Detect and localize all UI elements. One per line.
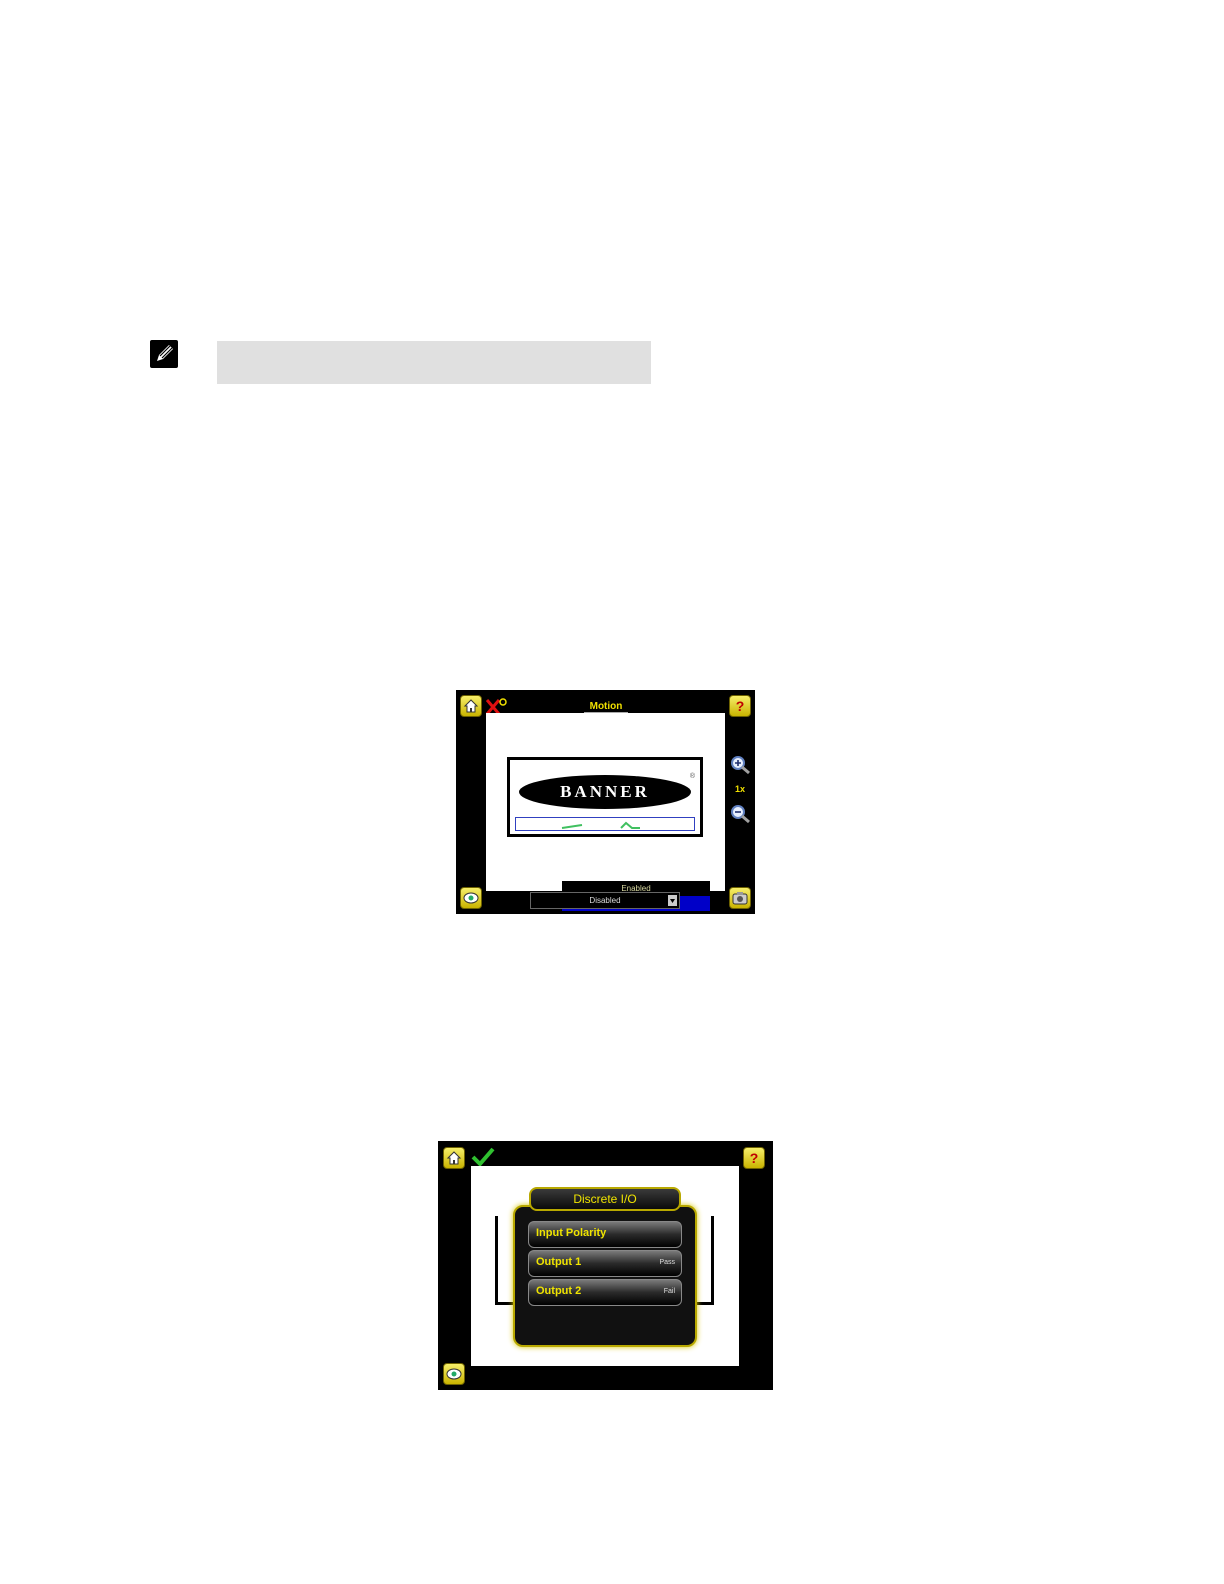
discrete-io-menu: Input Polarity Output 1 Pass Output 2 Fa… [513,1205,697,1347]
motion-dropdown[interactable]: Disabled [530,892,680,909]
motion-screen: Motion ? BANNER ® Enabled Disabled 1x [456,690,755,914]
inspected-part: BANNER ® [507,757,703,837]
menu-title: Discrete I/O [529,1187,681,1211]
zoom-level: 1x [735,784,746,794]
help-icon[interactable]: ? [729,695,751,717]
svg-text:?: ? [750,1150,759,1166]
svg-text:?: ? [736,698,745,714]
zoom-out-icon[interactable] [729,803,753,830]
roi-box[interactable] [515,817,695,831]
banner-logo: BANNER [519,775,691,809]
menu-item-output-1[interactable]: Output 1 Pass [528,1250,682,1277]
home-icon[interactable] [460,695,482,717]
home-icon[interactable] [443,1147,465,1169]
menu-item-output-2[interactable]: Output 2 Fail [528,1279,682,1306]
help-icon[interactable]: ? [743,1147,765,1169]
camera-icon[interactable] [729,887,751,909]
zoom-in-icon[interactable] [729,754,753,781]
screen-title: Motion [584,701,628,713]
display-mode-icon[interactable] [443,1363,465,1385]
chevron-down-icon [668,895,677,906]
note-box [217,341,651,384]
display-mode-icon[interactable] [460,887,482,909]
note-pencil-icon [150,340,178,368]
menu-item-input-polarity[interactable]: Input Polarity [528,1221,682,1248]
image-view[interactable]: BANNER ® Enabled Disabled [486,713,725,911]
discrete-io-screen: ? Input Polarity Output 1 Pass Output 2 … [438,1141,773,1390]
